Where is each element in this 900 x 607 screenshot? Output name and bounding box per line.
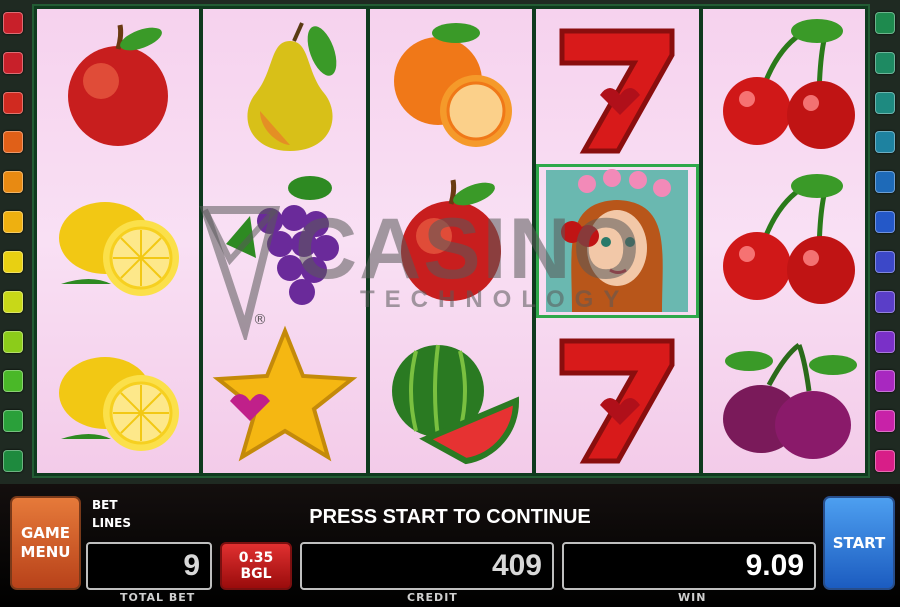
- reel-5: [702, 9, 866, 473]
- reel-cell: [203, 9, 365, 164]
- reel-4: [536, 9, 699, 473]
- fairy-icon: [546, 169, 689, 312]
- left-line-indicator: [3, 12, 23, 34]
- lemon-icon: [59, 356, 180, 451]
- denom-currency: BGL: [240, 566, 272, 582]
- apple-icon: [68, 24, 169, 147]
- reel-cell: [536, 163, 699, 319]
- reel-cell: [703, 9, 865, 164]
- reel-cell: [37, 318, 199, 473]
- reel-cell: [203, 318, 365, 473]
- right-line-indicator: [875, 171, 895, 194]
- orange-icon: [394, 23, 513, 148]
- left-line-indicator: [3, 91, 23, 114]
- credit-display: 409: [300, 542, 554, 590]
- bet-label: BET: [92, 498, 118, 512]
- left-line-indicator: [3, 370, 23, 393]
- right-line-indicator: [875, 290, 895, 313]
- pear-icon: [247, 22, 336, 152]
- win-display: 9.09: [562, 542, 816, 590]
- denomination-button[interactable]: 0.35 BGL: [220, 542, 292, 590]
- game-menu-button[interactable]: GAME MENU: [10, 496, 81, 590]
- left-line-indicator: [3, 211, 23, 234]
- total-bet-display: 9: [86, 542, 212, 590]
- seven-icon: [559, 338, 675, 464]
- seven-icon: [559, 28, 675, 154]
- reel-3: [369, 9, 533, 473]
- right-line-indicator: [875, 250, 895, 273]
- right-line-indicator: [875, 211, 895, 234]
- win-caption: WIN: [678, 591, 707, 604]
- cherries-icon: [722, 174, 855, 304]
- grapes-icon: [225, 176, 339, 305]
- star-icon: [212, 325, 357, 462]
- credit-caption: CREDIT: [407, 591, 458, 604]
- left-line-indicator: [3, 51, 23, 74]
- left-line-indicator: [3, 250, 23, 273]
- game-menu-label-1: GAME: [20, 524, 71, 542]
- denom-value: 0.35: [238, 550, 274, 566]
- left-line-indicator: [3, 330, 23, 353]
- left-line-indicator: [3, 171, 23, 194]
- reel-cell: [703, 164, 865, 319]
- reel-2: [203, 9, 366, 473]
- reel-cell: [37, 164, 199, 319]
- reel-cell: [536, 9, 698, 164]
- reel-cell: [370, 9, 532, 164]
- apple-icon: [401, 179, 502, 301]
- right-line-indicator: [875, 330, 895, 353]
- lemon-icon: [59, 202, 180, 296]
- left-line-indicator: [3, 410, 23, 433]
- reel-cell: [37, 9, 199, 164]
- reel-cell: [370, 164, 532, 319]
- total-bet-caption: TOTAL BET: [120, 591, 196, 604]
- right-line-indicator: [875, 370, 895, 393]
- right-line-indicator: [875, 12, 895, 34]
- right-line-indicator: [875, 91, 895, 114]
- cherries-icon: [722, 19, 855, 150]
- left-line-indicator: [3, 131, 23, 154]
- reel-cell: [370, 318, 532, 473]
- right-line-indicators: [875, 12, 897, 472]
- right-line-indicator: [875, 51, 895, 74]
- start-button[interactable]: START: [823, 496, 895, 590]
- control-panel: GAME MENU BET LINES PRESS START TO CONTI…: [0, 484, 900, 607]
- left-line-indicators: [3, 12, 25, 472]
- right-line-indicator: [875, 410, 895, 433]
- reels-area: [32, 4, 870, 478]
- watermelon-icon: [392, 344, 520, 464]
- left-line-indicator: [3, 449, 23, 472]
- right-line-indicator: [875, 449, 895, 472]
- reel-cell: [203, 164, 365, 319]
- lines-label: LINES: [92, 516, 131, 530]
- plum-icon: [722, 342, 857, 459]
- status-message: PRESS START TO CONTINUE: [309, 506, 591, 528]
- right-line-indicator: [875, 131, 895, 154]
- left-line-indicator: [3, 290, 23, 313]
- game-menu-label-2: MENU: [20, 543, 71, 561]
- start-label: START: [832, 534, 886, 552]
- reel-cell: [536, 318, 698, 473]
- reel-cell: [703, 318, 865, 473]
- reel-1: [37, 9, 200, 473]
